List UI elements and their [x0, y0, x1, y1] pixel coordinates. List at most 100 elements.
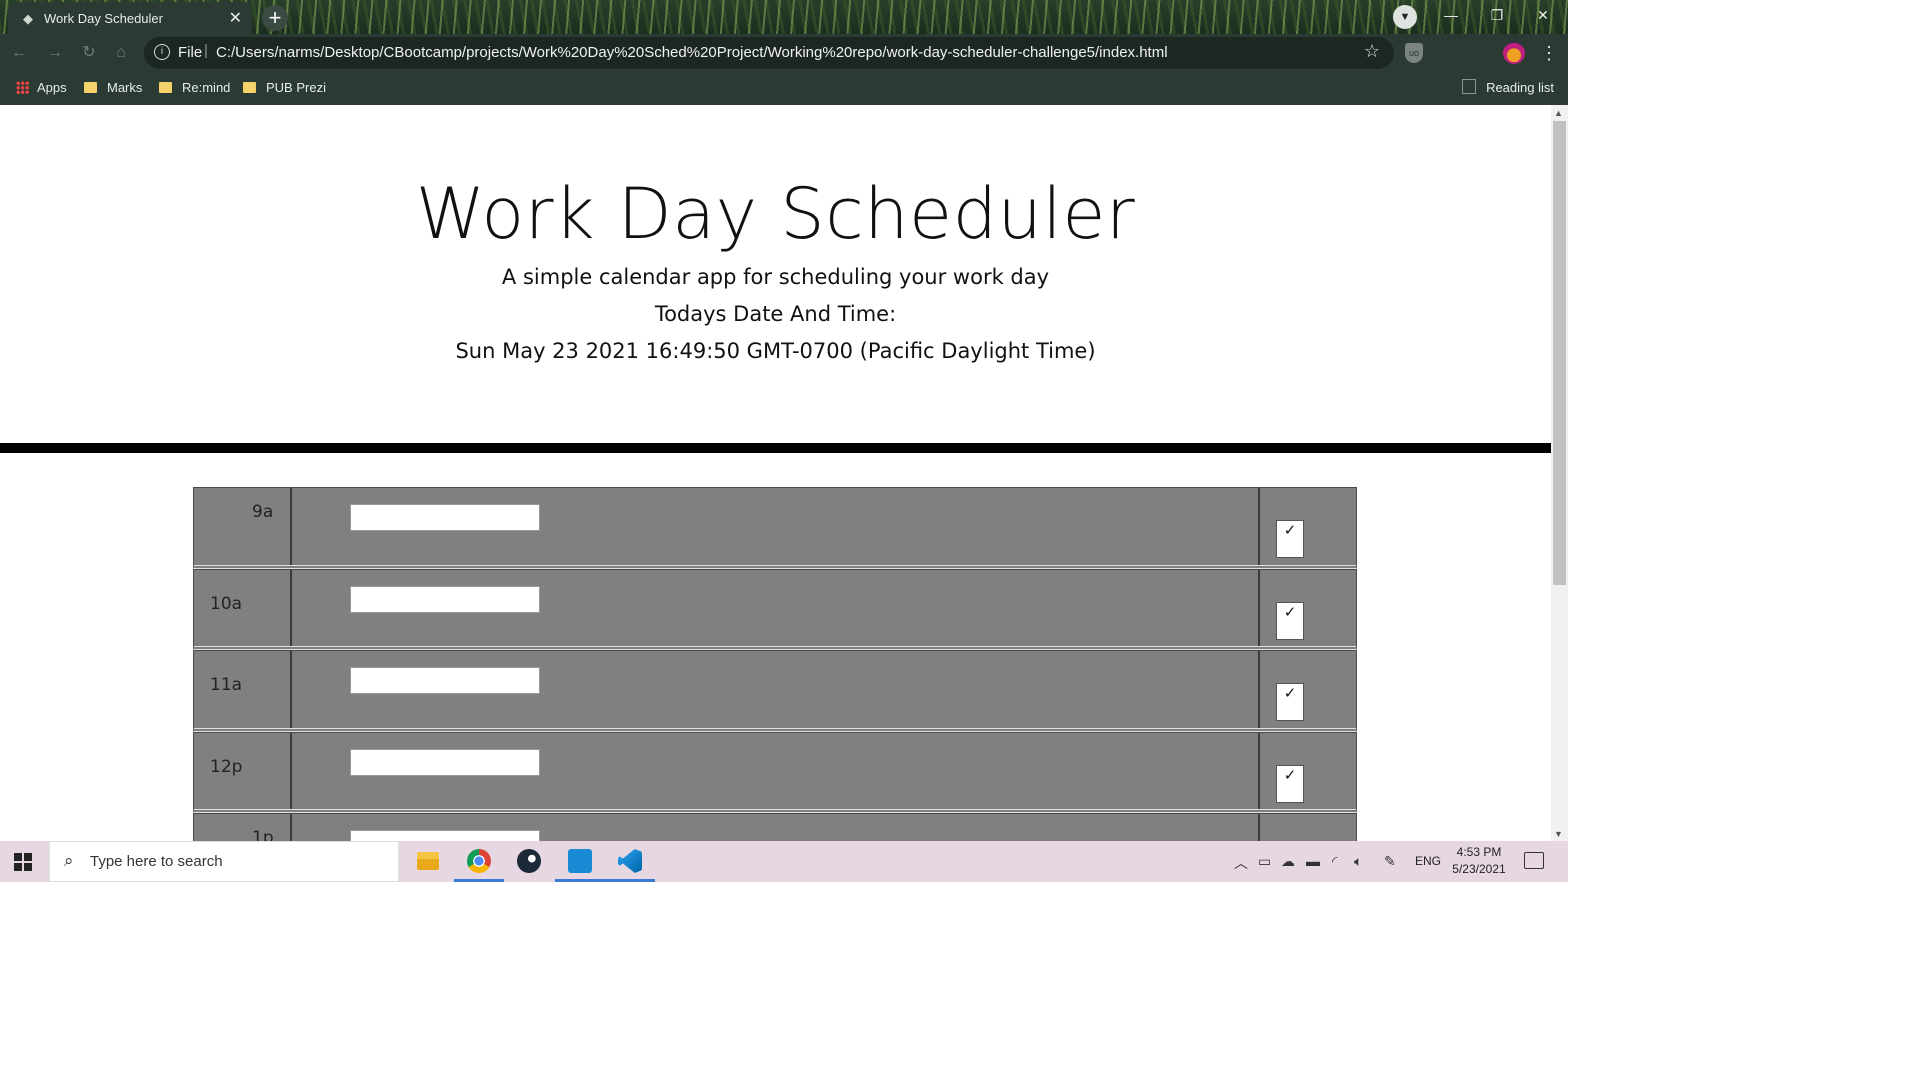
- restore-button[interactable]: ❐: [1474, 0, 1520, 32]
- folder-icon: [84, 82, 97, 93]
- url-separator: |: [204, 42, 208, 59]
- url-scheme-label: File: [178, 44, 203, 61]
- save-cell: ✓: [1258, 569, 1356, 646]
- bookmark-label: PUB Prezi: [266, 80, 326, 95]
- show-hidden-icons-icon[interactable]: ︿: [1234, 853, 1248, 873]
- scroll-down-icon[interactable]: ▼: [1554, 829, 1563, 839]
- chrome-app[interactable]: [454, 841, 504, 882]
- home-icon[interactable]: ⌂: [110, 42, 132, 64]
- hour-cell: 12p: [194, 732, 292, 809]
- page-favicon-icon: ◆: [23, 11, 33, 26]
- save-cell: ✓: [1258, 651, 1356, 728]
- save-button[interactable]: ✓: [1276, 764, 1304, 803]
- tab-title: Work Day Scheduler: [44, 11, 163, 26]
- save-button[interactable]: ✓: [1276, 520, 1304, 558]
- event-description-input[interactable]: [350, 748, 540, 776]
- hour-label: 9a: [252, 502, 274, 522]
- reading-list-button[interactable]: Reading list: [1462, 78, 1554, 98]
- onedrive-icon[interactable]: ☁: [1281, 853, 1295, 870]
- volume-icon[interactable]: 🔈︎: [1354, 853, 1362, 870]
- timeblock-list: 9a ✓ 10a ✓ 11a ✓ 12p ✓ 1p ✓: [193, 487, 1357, 841]
- bookmark-label: Marks: [107, 80, 143, 95]
- folder-icon: [243, 82, 256, 93]
- windows-start-icon[interactable]: [14, 853, 32, 871]
- bookmark-remind[interactable]: Re:mind: [159, 78, 230, 98]
- clock-time: 4:53 PM: [1456, 845, 1502, 859]
- save-button[interactable]: ✓: [1276, 601, 1304, 640]
- back-icon[interactable]: ←: [8, 42, 30, 64]
- snip-icon: [568, 849, 592, 873]
- hour-cell: 10a: [194, 569, 292, 646]
- notification-center-icon[interactable]: [1524, 852, 1544, 869]
- save-cell: ✓: [1258, 732, 1356, 809]
- taskbar-clock[interactable]: 4:53 PM 5/23/2021: [1448, 844, 1510, 878]
- browser-menu-icon[interactable]: ⋮: [1540, 42, 1558, 64]
- scrollbar-thumb[interactable]: [1553, 121, 1566, 585]
- clock-date: 5/23/2021: [1452, 862, 1506, 876]
- close-tab-icon[interactable]: ✕: [229, 8, 242, 28]
- hour-label: 10a: [210, 593, 243, 614]
- page-scrollbar[interactable]: ▲ ▼: [1551, 105, 1568, 841]
- save-cell: ✓: [1258, 488, 1356, 565]
- profile-avatar[interactable]: [1503, 42, 1525, 64]
- hour-label: 12p: [210, 756, 243, 777]
- event-description-input[interactable]: [350, 830, 540, 841]
- steam-app[interactable]: [504, 841, 554, 882]
- page-viewport: Work Day Scheduler A simple calendar app…: [0, 105, 1551, 841]
- apps-grid-icon: [16, 81, 29, 94]
- event-description-input[interactable]: [350, 504, 540, 531]
- steam-icon: [517, 849, 541, 873]
- hour-cell: 1p: [194, 814, 292, 841]
- bookmark-apps[interactable]: Apps: [16, 78, 67, 98]
- forward-icon[interactable]: →: [44, 42, 66, 64]
- event-description-input[interactable]: [350, 585, 540, 613]
- timeblock-row: 11a ✓: [193, 650, 1357, 732]
- save-cell: ✓: [1258, 814, 1356, 841]
- reload-icon[interactable]: ↻: [78, 42, 100, 64]
- ublock-extension-icon[interactable]: uo: [1405, 43, 1423, 63]
- wifi-icon[interactable]: ◜: [1332, 853, 1337, 870]
- search-icon: ⌕: [64, 851, 74, 870]
- folder-icon: [417, 852, 439, 870]
- browser-tab[interactable]: ◆ Work Day Scheduler ✕: [8, 2, 252, 34]
- address-bar[interactable]: i File | C:/Users/narms/Desktop/CBootcam…: [144, 37, 1394, 69]
- search-placeholder: Type here to search: [90, 853, 223, 870]
- snipping-tool-app[interactable]: [555, 841, 605, 882]
- taskbar-search-box[interactable]: ⌕ Type here to search: [49, 841, 399, 882]
- pen-icon[interactable]: ✎: [1384, 853, 1396, 870]
- header-divider: [0, 443, 1551, 453]
- bookmark-marks[interactable]: Marks: [84, 78, 142, 98]
- current-date-label: Todays Date And Time:: [654, 302, 897, 326]
- bookmark-pub-prezi[interactable]: PUB Prezi: [243, 78, 326, 98]
- timeblock-row: 9a ✓: [193, 487, 1357, 569]
- scroll-up-icon[interactable]: ▲: [1554, 108, 1563, 118]
- chrome-icon: [467, 849, 491, 873]
- event-description-input[interactable]: [350, 667, 540, 694]
- input-language[interactable]: ENG: [1415, 854, 1441, 868]
- current-date-value: Sun May 23 2021 16:49:50 GMT-0700 (Pacif…: [455, 339, 1096, 363]
- save-button[interactable]: ✓: [1276, 683, 1304, 721]
- vscode-app[interactable]: [605, 841, 655, 882]
- hour-label: 1p: [252, 828, 274, 841]
- minimize-button[interactable]: —: [1428, 0, 1474, 32]
- bookmark-star-icon[interactable]: ☆: [1364, 41, 1380, 62]
- hour-cell: 9a: [194, 488, 292, 565]
- close-window-button[interactable]: ✕: [1520, 0, 1566, 32]
- meet-now-icon[interactable]: ▭: [1258, 853, 1271, 870]
- new-tab-button[interactable]: +: [262, 5, 288, 31]
- battery-icon[interactable]: ▬: [1306, 853, 1320, 869]
- site-info-icon[interactable]: i: [154, 44, 170, 60]
- url-text[interactable]: C:/Users/narms/Desktop/CBootcamp/project…: [216, 44, 1168, 61]
- hour-label: 11a: [210, 675, 243, 695]
- browser-toolbar: ← → ↻ ⌂ i File | C:/Users/narms/Desktop/…: [0, 34, 1568, 72]
- folder-icon: [159, 82, 172, 93]
- page-title: Work Day Scheduler: [415, 173, 1136, 255]
- file-explorer-app[interactable]: [403, 841, 453, 882]
- timeblock-row: 10a ✓: [193, 568, 1357, 650]
- downloads-icon[interactable]: ▼: [1393, 5, 1417, 29]
- bookmark-label: Apps: [37, 80, 67, 95]
- lead-text: A simple calendar app for scheduling you…: [501, 265, 1050, 289]
- reading-list-icon: [1462, 79, 1477, 94]
- vscode-icon: [618, 849, 642, 873]
- taskbar: ⌕ Type here to search ︿ ▭ ☁ ▬ ◜ 🔈︎ ✎ ENG…: [0, 841, 1568, 882]
